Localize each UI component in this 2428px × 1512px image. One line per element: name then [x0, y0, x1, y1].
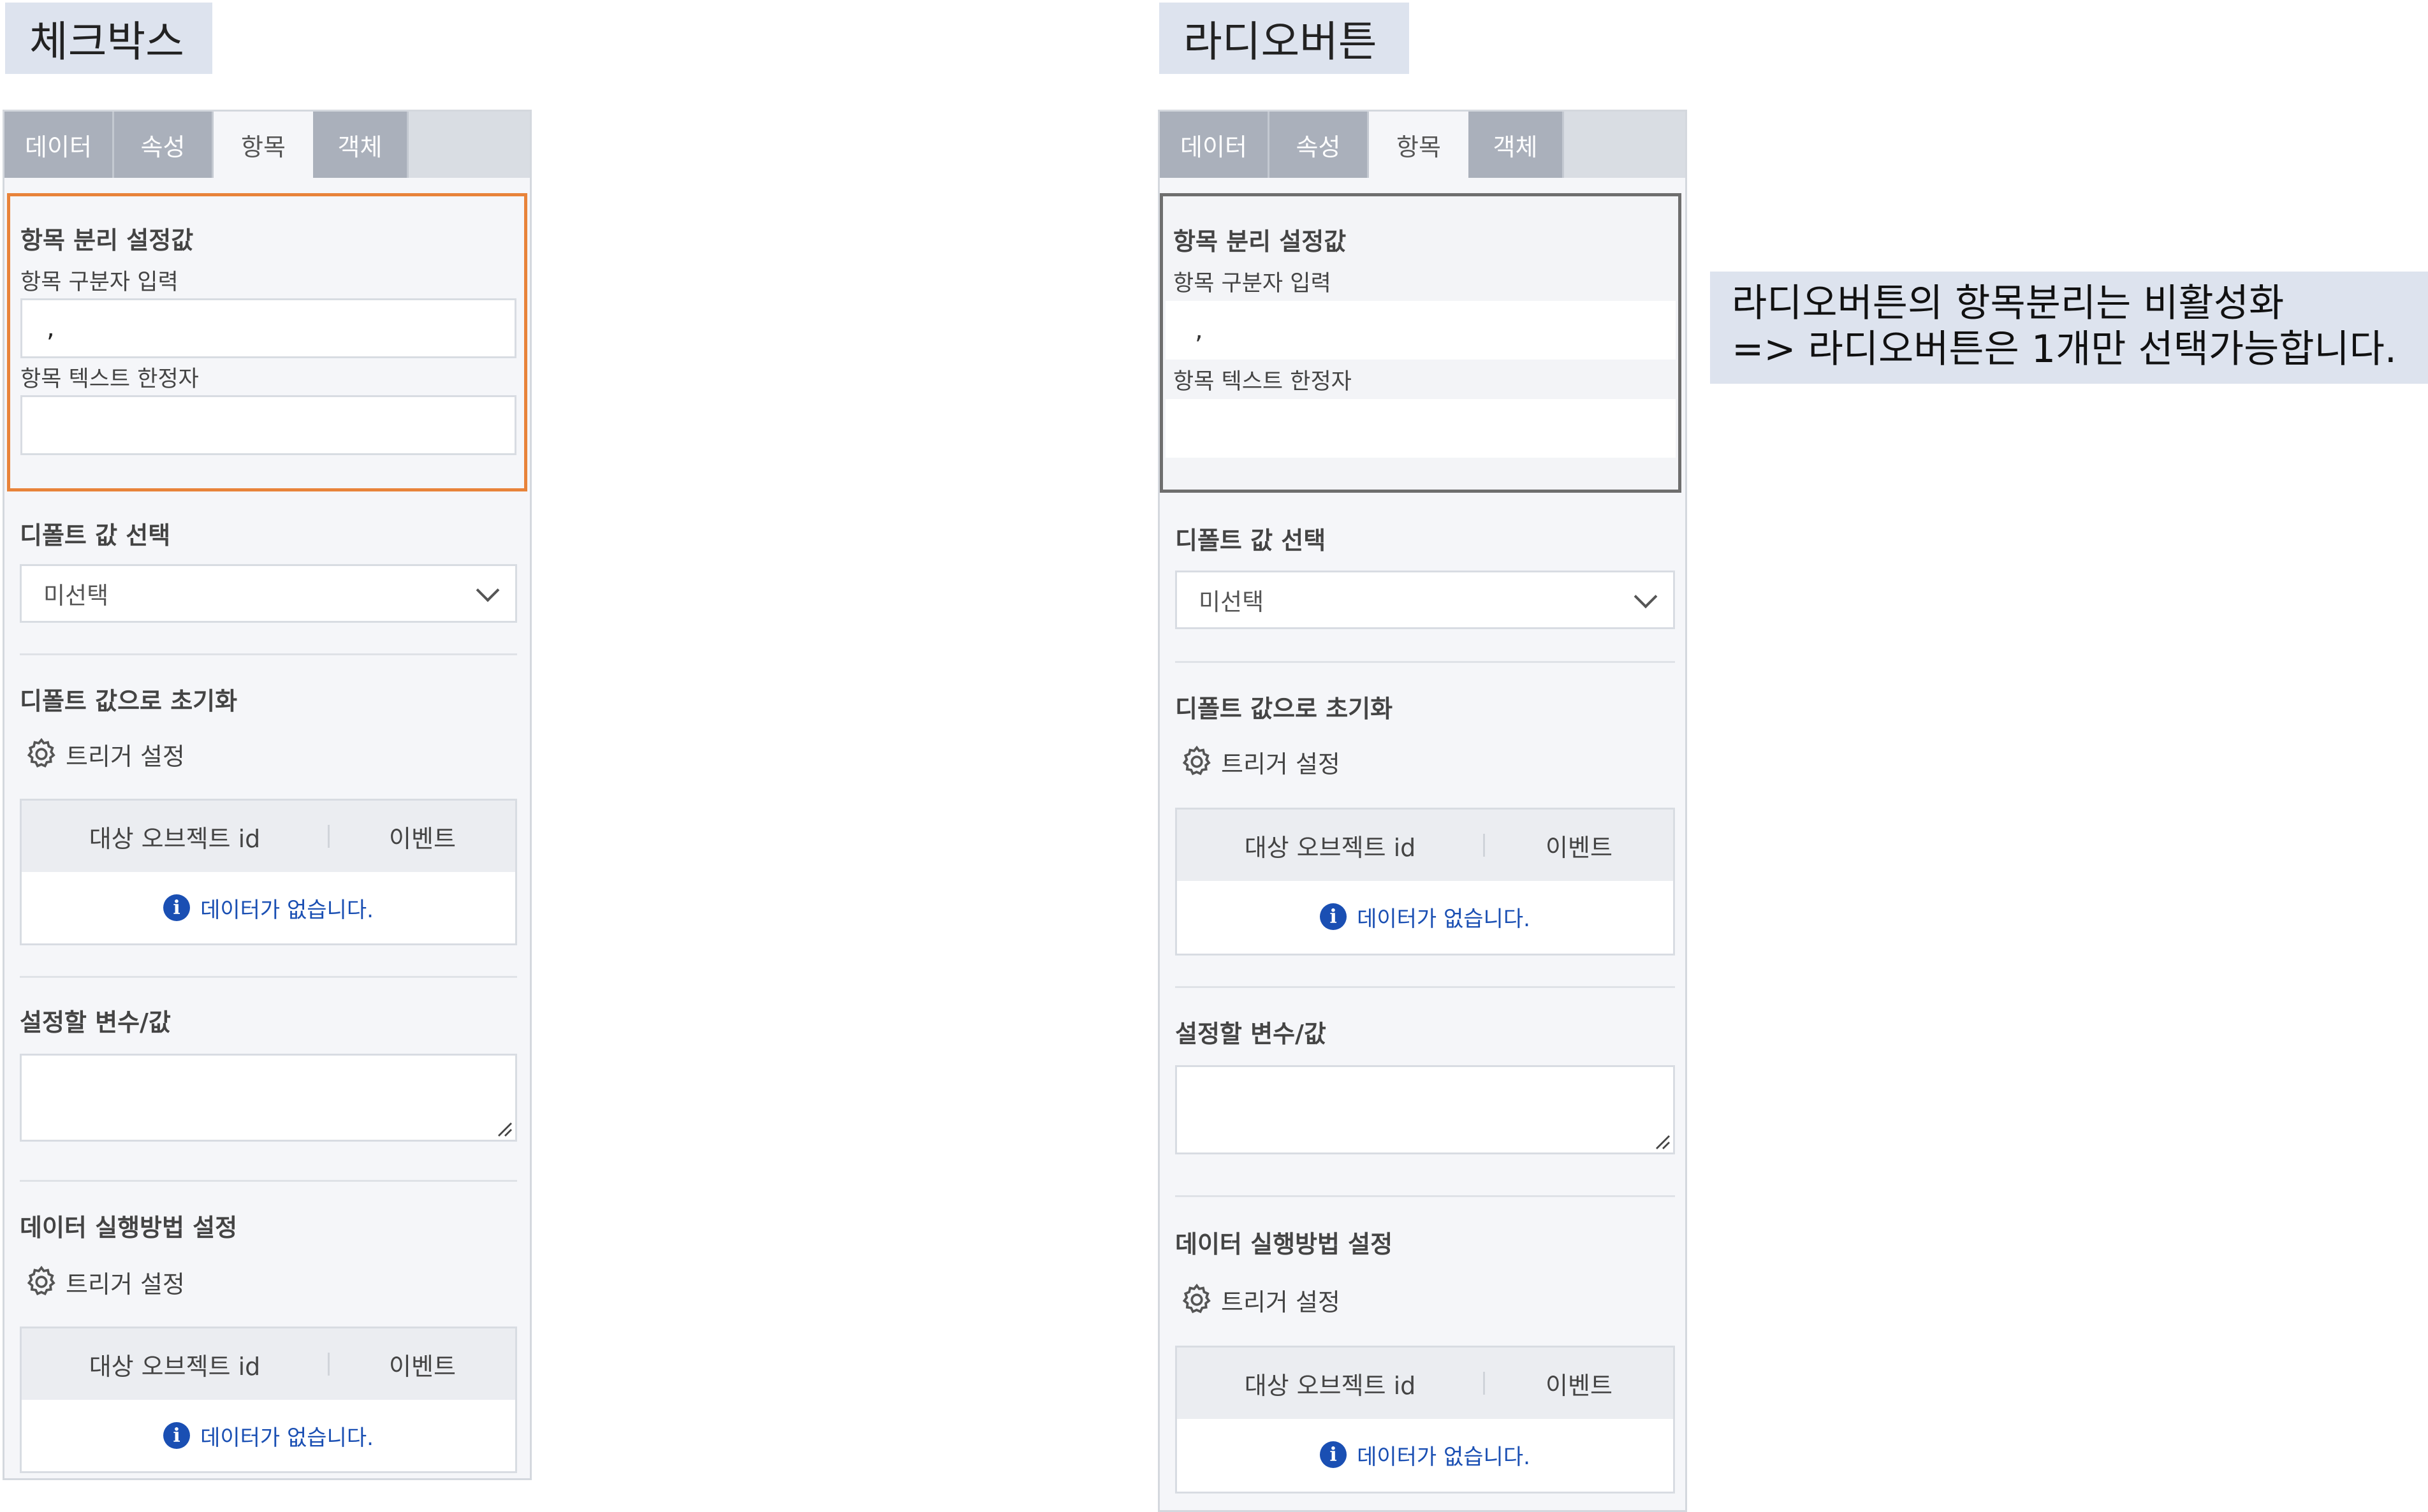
divider — [1175, 986, 1675, 988]
execution-method-label: 데이터 실행방법 설정 — [1175, 1230, 1393, 1258]
select-value: 미선택 — [43, 582, 109, 609]
tab-bar: 데이터 속성 항목 객체 — [4, 112, 530, 178]
trigger-settings-button[interactable]: 트리거 설정 — [24, 1264, 185, 1300]
delimiter-input[interactable]: , — [20, 298, 516, 358]
variable-value-textarea[interactable] — [1175, 1065, 1675, 1154]
execution-method-label: 데이터 실행방법 설정 — [20, 1214, 238, 1242]
checkbox-title: 체크박스 — [5, 3, 212, 74]
gear-icon — [27, 738, 55, 768]
delimiter-value: , — [1195, 316, 1203, 345]
gear-icon — [1182, 745, 1211, 776]
info-icon: i — [1320, 903, 1347, 930]
table-header: 대상 오브젝트 id 이벤트 — [1177, 810, 1673, 881]
trigger-label: 트리거 설정 — [66, 742, 185, 771]
section-title: 항목 분리 설정값 — [1173, 228, 1347, 256]
column-object-id: 대상 오브젝트 id — [1244, 1371, 1416, 1400]
select-value: 미선택 — [1199, 588, 1264, 616]
resize-handle-icon[interactable] — [495, 1119, 513, 1137]
radio-title: 라디오버튼 — [1159, 3, 1409, 74]
divider — [20, 976, 517, 978]
table-header: 대상 오브젝트 id 이벤트 — [22, 801, 515, 872]
item-separator-section: 항목 분리 설정값 항목 구분자 입력 , 항목 텍스트 한정자 — [7, 193, 527, 491]
delimiter-label: 항목 구분자 입력 — [20, 270, 179, 295]
delimiter-input-disabled: , — [1166, 301, 1676, 360]
variable-value-label: 설정할 변수/값 — [20, 1008, 171, 1036]
column-object-id: 대상 오브젝트 id — [89, 824, 261, 853]
trigger-settings-button[interactable]: 트리거 설정 — [24, 736, 185, 772]
default-value-label: 디폴트 값 선택 — [1175, 527, 1326, 555]
default-value-select[interactable]: 미선택 — [20, 564, 517, 623]
tab-items[interactable]: 항목 — [214, 112, 313, 178]
trigger-label: 트리거 설정 — [1221, 1288, 1340, 1316]
trigger-settings-button[interactable]: 트리거 설정 — [1179, 1282, 1340, 1318]
item-separator-section: 항목 분리 설정값 항목 구분자 입력 , 항목 텍스트 한정자 — [1160, 193, 1681, 493]
empty-text: 데이터가 없습니다. — [200, 1425, 374, 1451]
empty-message: i 데이터가 없습니다. — [22, 872, 515, 943]
trigger-label: 트리거 설정 — [1221, 750, 1340, 778]
table-header: 대상 오브젝트 id 이벤트 — [1177, 1348, 1673, 1419]
divider — [20, 653, 517, 655]
tab-items[interactable]: 항목 — [1369, 112, 1468, 178]
trigger-table: 대상 오브젝트 id 이벤트 i 데이터가 없습니다. — [1175, 1346, 1675, 1494]
trigger-table: 대상 오브젝트 id 이벤트 i 데이터가 없습니다. — [20, 1327, 517, 1473]
gear-icon — [1182, 1283, 1211, 1314]
default-value-select[interactable]: 미선택 — [1175, 571, 1675, 629]
chevron-down-icon — [476, 578, 500, 602]
tab-objects[interactable]: 객체 — [1468, 112, 1564, 178]
tab-attributes[interactable]: 속성 — [1269, 112, 1369, 178]
column-event: 이벤트 — [1546, 833, 1613, 862]
note-line-1: 라디오버튼의 항목분리는 비활성화 — [1732, 281, 2285, 326]
column-event: 이벤트 — [389, 824, 456, 853]
tab-data[interactable]: 데이터 — [4, 112, 114, 178]
qualifier-label: 항목 텍스트 한정자 — [1173, 369, 1352, 395]
section-title: 항목 분리 설정값 — [20, 226, 194, 254]
gear-icon — [27, 1265, 55, 1296]
variable-value-textarea[interactable] — [20, 1054, 517, 1142]
divider — [1175, 1195, 1675, 1197]
column-object-id: 대상 오브젝트 id — [1244, 833, 1416, 862]
checkbox-properties-panel: 데이터 속성 항목 객체 항목 분리 설정값 항목 구분자 입력 , 항목 텍스… — [3, 110, 532, 1480]
empty-text: 데이터가 없습니다. — [1357, 1444, 1530, 1470]
info-icon: i — [163, 1422, 191, 1449]
qualifier-input[interactable] — [20, 395, 516, 455]
chevron-down-icon — [1634, 585, 1658, 609]
empty-text: 데이터가 없습니다. — [1357, 906, 1530, 932]
divider — [20, 1180, 517, 1182]
resize-handle-icon[interactable] — [1653, 1132, 1671, 1150]
trigger-label: 트리거 설정 — [66, 1270, 185, 1298]
delimiter-label: 항목 구분자 입력 — [1173, 271, 1331, 296]
variable-value-label: 설정할 변수/값 — [1175, 1020, 1326, 1048]
annotation-note: 라디오버튼의 항목분리는 비활성화 => 라디오버튼은 1개만 선택가능합니다. — [1710, 272, 2428, 384]
table-header: 대상 오브젝트 id 이벤트 — [22, 1328, 515, 1400]
column-object-id: 대상 오브젝트 id — [89, 1352, 261, 1381]
radio-properties-panel: 데이터 속성 항목 객체 항목 분리 설정값 항목 구분자 입력 , 항목 텍스… — [1158, 110, 1687, 1512]
trigger-settings-button[interactable]: 트리거 설정 — [1179, 744, 1340, 780]
info-icon: i — [1320, 1441, 1347, 1468]
qualifier-label: 항목 텍스트 한정자 — [20, 367, 199, 392]
note-line-2: => 라디오버튼은 1개만 선택가능합니다. — [1732, 327, 2397, 372]
reset-default-label: 디폴트 값으로 초기화 — [1175, 695, 1393, 723]
trigger-table: 대상 오브젝트 id 이벤트 i 데이터가 없습니다. — [1175, 808, 1675, 956]
info-icon: i — [163, 894, 191, 921]
tab-objects[interactable]: 객체 — [313, 112, 409, 178]
empty-message: i 데이터가 없습니다. — [22, 1400, 515, 1471]
qualifier-input-disabled — [1166, 399, 1676, 458]
trigger-table: 대상 오브젝트 id 이벤트 i 데이터가 없습니다. — [20, 799, 517, 945]
empty-message: i 데이터가 없습니다. — [1177, 881, 1673, 952]
column-event: 이벤트 — [389, 1352, 456, 1381]
default-value-label: 디폴트 값 선택 — [20, 521, 171, 549]
tab-attributes[interactable]: 속성 — [114, 112, 214, 178]
empty-message: i 데이터가 없습니다. — [1177, 1419, 1673, 1490]
column-event: 이벤트 — [1546, 1371, 1613, 1400]
empty-text: 데이터가 없습니다. — [200, 897, 374, 923]
reset-default-label: 디폴트 값으로 초기화 — [20, 687, 238, 715]
divider — [1175, 661, 1675, 663]
tab-data[interactable]: 데이터 — [1160, 112, 1269, 178]
tab-bar: 데이터 속성 항목 객체 — [1160, 112, 1685, 178]
